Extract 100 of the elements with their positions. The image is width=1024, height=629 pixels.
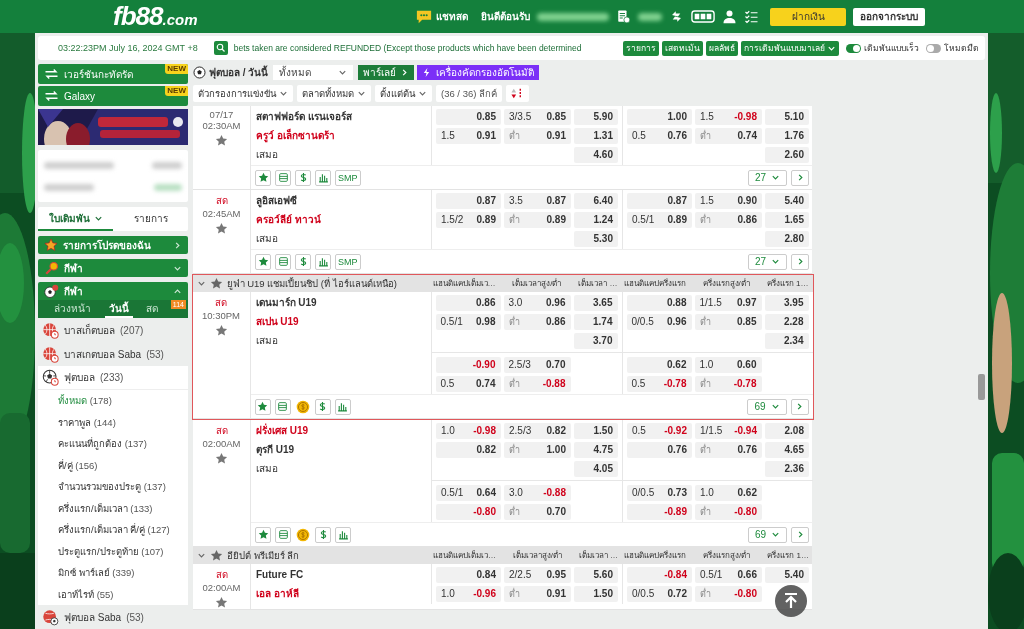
- odds-button[interactable]: 0.5/1 0.66: [695, 566, 762, 583]
- odds-button[interactable]: ต่ำ 0.74: [695, 127, 762, 144]
- odds-button[interactable]: ต่ำ 0.89: [504, 211, 571, 228]
- star-icon[interactable]: [210, 549, 223, 562]
- star-icon[interactable]: [214, 324, 228, 337]
- odds-button[interactable]: 0.82: [436, 441, 501, 458]
- markets-dropdown[interactable]: 27: [747, 169, 787, 186]
- star-button[interactable]: [255, 526, 271, 543]
- next-button[interactable]: [791, 253, 809, 270]
- odds-button[interactable]: 0.84: [436, 566, 501, 583]
- odds-button[interactable]: 1.5 0.91: [436, 127, 501, 144]
- odds-button[interactable]: 2.36: [765, 460, 809, 477]
- odds-button[interactable]: 3.65: [573, 294, 618, 311]
- sort-button[interactable]: [506, 85, 530, 102]
- odds-button[interactable]: 0.76: [627, 441, 692, 458]
- odds-button[interactable]: ต่ำ -0.78: [694, 375, 762, 392]
- sidebar-section[interactable]: กีฬา: [38, 282, 188, 300]
- odds-button[interactable]: 2.08: [765, 422, 809, 439]
- nav-button[interactable]: รายการ: [623, 40, 659, 56]
- odds-button[interactable]: 0.88: [626, 294, 692, 311]
- odds-button[interactable]: ต่ำ 0.85: [694, 313, 762, 330]
- list-button[interactable]: [275, 169, 291, 186]
- chart-button[interactable]: [315, 169, 331, 186]
- star-icon[interactable]: [215, 222, 228, 235]
- odds-button[interactable]: -0.80: [436, 503, 501, 520]
- odds-button[interactable]: 0/0.5 0.73: [627, 484, 692, 501]
- promo-button[interactable]: Galaxy NEW: [38, 86, 188, 106]
- odds-button[interactable]: 1.50: [574, 422, 618, 439]
- odds-button[interactable]: ต่ำ 0.91: [504, 127, 571, 144]
- market-item[interactable]: เอาท์ไรท์ (55): [38, 583, 188, 605]
- odds-button[interactable]: -0.89: [627, 503, 692, 520]
- nav-button[interactable]: ผลลัพธ์: [706, 40, 738, 56]
- sidebar-section[interactable]: กีฬา: [38, 259, 188, 277]
- odds-button[interactable]: 1.50: [574, 585, 618, 602]
- odds-button[interactable]: 0.87: [627, 192, 692, 209]
- odds-button[interactable]: 5.40: [765, 192, 809, 209]
- odds-button[interactable]: 4.60: [574, 146, 618, 163]
- odds-button[interactable]: 0.5/1 0.89: [627, 211, 692, 228]
- odds-button[interactable]: 0.5 -0.92: [627, 422, 692, 439]
- market-item[interactable]: คะแนนที่ถูกต้อง (137): [38, 433, 188, 455]
- list-button[interactable]: [275, 253, 291, 270]
- odds-button[interactable]: 3.0 0.96: [503, 294, 571, 311]
- odds-button[interactable]: 1.74: [573, 313, 618, 330]
- odds-button[interactable]: 1.0 0.62: [695, 484, 762, 501]
- odds-button[interactable]: 1.0 -0.98: [436, 422, 501, 439]
- odds-button[interactable]: 2.5/3 0.82: [504, 422, 571, 439]
- deposit-button[interactable]: ฝากเงิน: [770, 7, 846, 26]
- slot-icon[interactable]: [691, 9, 715, 24]
- odds-button[interactable]: ต่ำ 0.86: [503, 313, 571, 330]
- odds-button[interactable]: 1.5/2 0.89: [436, 211, 501, 228]
- dollar-button[interactable]: [295, 253, 311, 270]
- odds-button[interactable]: 2/2.5 0.95: [504, 566, 571, 583]
- odds-button[interactable]: 4.65: [765, 441, 809, 458]
- odds-button[interactable]: ต่ำ -0.80: [695, 503, 762, 520]
- checklist-icon[interactable]: [744, 9, 759, 24]
- market-item[interactable]: ราคาพูล (144): [38, 411, 188, 433]
- odds-type-dropdown[interactable]: การเดิมพันแบบมาเลย์: [741, 40, 839, 56]
- logo[interactable]: fb88.com: [113, 1, 198, 32]
- odds-button[interactable]: -0.90: [435, 356, 501, 373]
- odds-button[interactable]: 0.5 0.76: [627, 127, 692, 144]
- search-button[interactable]: [213, 41, 228, 55]
- odds-button[interactable]: 0.85: [436, 108, 501, 125]
- sidebar-section[interactable]: รายการโปรดของฉัน: [38, 236, 188, 254]
- auto-filter-button[interactable]: เครื่องคัดกรองอัตโนมัติ: [417, 64, 540, 80]
- star-button[interactable]: [255, 169, 271, 186]
- market-item[interactable]: ทั้งหมด (178): [38, 390, 188, 412]
- user-icon[interactable]: [722, 9, 737, 24]
- odds-button[interactable]: 1.0 -0.96: [436, 585, 501, 602]
- odds-button[interactable]: 5.10: [765, 108, 809, 125]
- market-item[interactable]: ครึ่งแรก/เต็มเวลา (133): [38, 497, 188, 519]
- next-button[interactable]: [790, 398, 809, 415]
- markets-dropdown[interactable]: 69: [747, 526, 787, 543]
- odds-button[interactable]: 5.90: [574, 108, 618, 125]
- live-chat-link[interactable]: แชทสด: [415, 8, 468, 25]
- odds-button[interactable]: 1.24: [574, 211, 618, 228]
- odds-button[interactable]: 0.87: [436, 192, 501, 209]
- filter-dropdown[interactable]: ตลาดทั้งหมด: [297, 85, 371, 102]
- text-button[interactable]: SMP: [335, 253, 361, 270]
- odds-button[interactable]: 5.40: [765, 566, 809, 583]
- parlay-button[interactable]: พาร์เลย์: [358, 64, 415, 80]
- odds-button[interactable]: 1.00: [627, 108, 692, 125]
- tab[interactable]: สด: [142, 300, 162, 318]
- odds-button[interactable]: 2.28: [764, 313, 809, 330]
- odds-button[interactable]: 0.62: [626, 356, 692, 373]
- chart-button[interactable]: [334, 398, 351, 415]
- odds-button[interactable]: ต่ำ 0.86: [695, 211, 762, 228]
- filter-dropdown[interactable]: ตั้งแต่ต้น: [375, 85, 432, 102]
- odds-button[interactable]: 1.31: [574, 127, 618, 144]
- nav-button[interactable]: เสตทเม้น: [662, 40, 703, 56]
- market-item[interactable]: มิกซ์ พาร์เลย์ (339): [38, 562, 188, 584]
- odds-button[interactable]: 3.95: [764, 294, 809, 311]
- logout-button[interactable]: ออกจากระบบ: [853, 7, 925, 26]
- odds-button[interactable]: 4.05: [574, 460, 618, 477]
- odds-button[interactable]: 0.86: [435, 294, 501, 311]
- market-item[interactable]: คี่/คู่ (156): [38, 454, 188, 476]
- star-icon[interactable]: [215, 596, 228, 609]
- odds-button[interactable]: 2.80: [765, 230, 809, 247]
- scrollbar-thumb[interactable]: [978, 374, 985, 400]
- coin-button[interactable]: [294, 398, 311, 415]
- filter-dropdown[interactable]: ตัวกรองการแข่งขัน: [193, 85, 293, 102]
